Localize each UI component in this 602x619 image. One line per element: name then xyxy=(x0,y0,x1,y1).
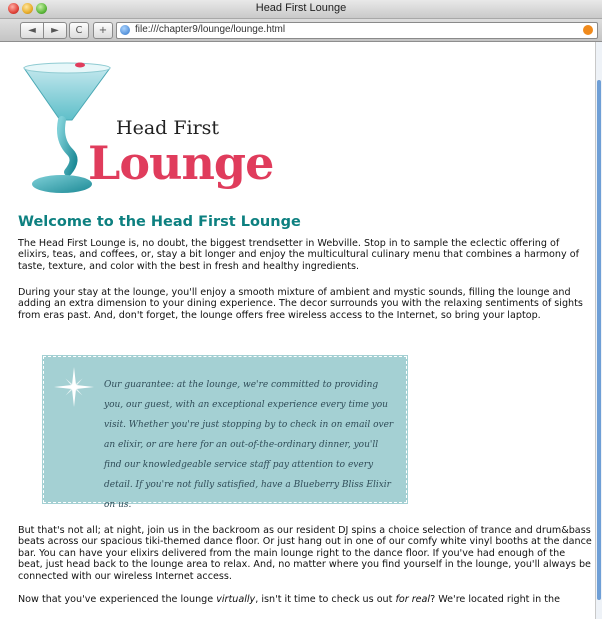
add-bookmark-button[interactable]: + xyxy=(93,22,113,39)
scrollbar-thumb[interactable] xyxy=(597,80,601,600)
forward-icon[interactable]: ► xyxy=(43,22,67,39)
browser-toolbar: ◄ ► C + file:///chapter9/lounge/lounge.h… xyxy=(0,19,602,42)
page-content: Head First Lounge Welcome to the Head Fi… xyxy=(18,44,592,605)
page-heading: Welcome to the Head First Lounge xyxy=(18,214,301,230)
closing-paragraph: Now that you've experienced the lounge v… xyxy=(18,594,592,605)
url-text[interactable]: file:///chapter9/lounge/lounge.html xyxy=(135,24,285,35)
closing-text-1: Now that you've experienced the lounge xyxy=(18,594,217,605)
browser-window: Head First Lounge ◄ ► C + file:///chapte… xyxy=(0,0,602,619)
nightlife-paragraph: But that's not all; at night, join us in… xyxy=(18,525,592,582)
sparkle-star-icon xyxy=(54,367,94,407)
globe-icon xyxy=(120,25,130,35)
title-bar: Head First Lounge xyxy=(0,0,602,19)
rss-icon[interactable] xyxy=(583,25,593,35)
window-title: Head First Lounge xyxy=(255,2,347,14)
guarantee-text: Our guarantee: at the lounge, we're comm… xyxy=(104,380,394,510)
intro-paragraph: The Head First Lounge is, no doubt, the … xyxy=(18,238,579,272)
closing-text-2: , isn't it time to check us out xyxy=(255,594,396,605)
logo-lounge-text: Lounge xyxy=(88,136,274,190)
reload-icon[interactable]: C xyxy=(69,22,89,39)
vertical-scrollbar[interactable] xyxy=(595,42,602,619)
lounge-logo: Head First Lounge xyxy=(18,44,592,204)
closing-emphasis-2: for real xyxy=(395,594,431,605)
closing-emphasis-1: virtually xyxy=(216,594,256,605)
back-icon[interactable]: ◄ xyxy=(20,22,44,39)
ambience-paragraph: During your stay at the lounge, you'll e… xyxy=(18,287,583,321)
address-bar[interactable]: file:///chapter9/lounge/lounge.html xyxy=(116,22,598,39)
closing-text-3: ? We're located right in the xyxy=(430,594,561,605)
guarantee-box: Our guarantee: at the lounge, we're comm… xyxy=(43,356,407,510)
